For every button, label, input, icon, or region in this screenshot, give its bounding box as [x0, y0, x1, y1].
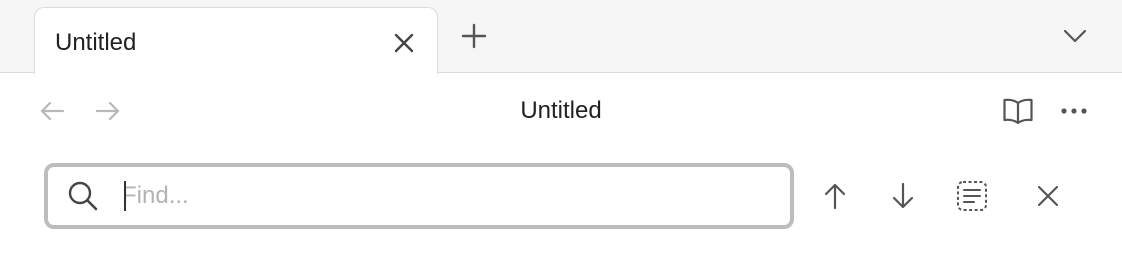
close-icon — [394, 33, 414, 53]
select-all-matches-button[interactable] — [953, 177, 991, 215]
tab-list-menu-button[interactable] — [1058, 20, 1092, 52]
search-icon — [66, 179, 100, 213]
tab-close-button[interactable] — [389, 28, 419, 58]
find-bar — [0, 146, 1122, 246]
close-find-button[interactable] — [1029, 177, 1067, 215]
plus-icon — [461, 23, 487, 49]
tab-bar: Untitled — [0, 0, 1122, 74]
tab-title: Untitled — [55, 29, 137, 56]
more-horizontal-icon — [1061, 108, 1087, 114]
tab-untitled[interactable]: Untitled — [34, 7, 438, 74]
find-input[interactable] — [122, 177, 762, 215]
close-icon — [1037, 185, 1059, 207]
chevron-down-icon — [1063, 29, 1087, 43]
dashed-text-select-icon — [957, 181, 987, 211]
new-tab-button[interactable] — [456, 18, 492, 54]
arrow-down-icon — [892, 182, 914, 209]
next-match-button[interactable] — [884, 177, 922, 215]
find-field[interactable] — [44, 163, 794, 229]
arrow-up-icon — [824, 183, 846, 210]
page-header: Untitled — [0, 74, 1122, 146]
text-caret — [124, 181, 126, 211]
reader-mode-button[interactable] — [1000, 94, 1036, 128]
book-open-icon — [1003, 98, 1033, 125]
previous-match-button[interactable] — [816, 177, 854, 215]
more-options-button[interactable] — [1056, 94, 1092, 128]
page-title: Untitled — [520, 97, 602, 124]
